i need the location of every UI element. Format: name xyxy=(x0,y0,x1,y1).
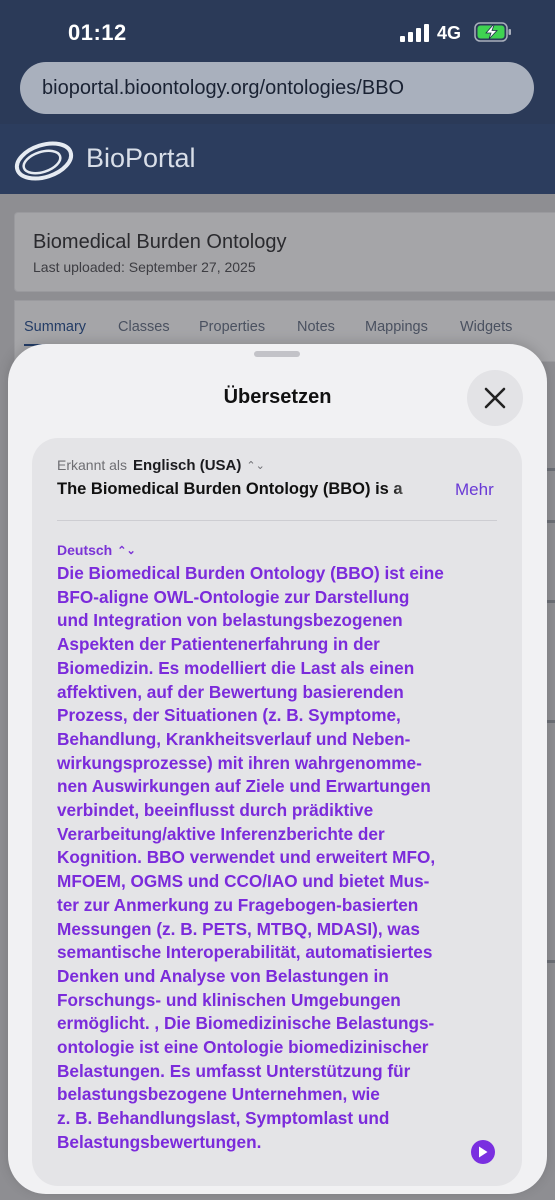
translation-line: ontologie ist eine Ontologie biomedizini… xyxy=(57,1037,429,1058)
bioportal-logo-icon[interactable] xyxy=(12,138,76,184)
detected-label: Erkannt als xyxy=(57,457,128,473)
network-label: 4G xyxy=(437,23,462,43)
translation-line: MFOEM, OGMS und CCO/IAO und bietet Mus- xyxy=(57,871,430,892)
target-language: Deutsch xyxy=(57,542,113,558)
chevron-up-down-icon: ⌃⌄ xyxy=(246,460,265,472)
tab-widgets[interactable]: Widgets xyxy=(460,319,512,335)
translation-line: Aspekten der Patientenerfahrung in der xyxy=(57,634,380,655)
translation-line: affektiven, auf der Bewertung basierende… xyxy=(57,681,404,702)
detected-language[interactable]: Englisch (USA) xyxy=(133,457,241,474)
source-text: The Biomedical Burden Ontology (BBO) is … xyxy=(57,480,403,498)
tab-summary[interactable]: Summary xyxy=(24,319,86,335)
translation-line: belastungsbezogene Unternehmen, wie xyxy=(57,1084,380,1105)
translation-line: Biomedizin. Es modelliert die Last als e… xyxy=(57,657,415,678)
address-bar[interactable]: bioportal.bioontology.org/ontologies/BBO xyxy=(20,62,534,114)
logo-text[interactable]: BioPortal xyxy=(86,143,196,174)
play-icon xyxy=(479,1146,488,1158)
play-audio-button[interactable] xyxy=(471,1140,495,1164)
more-button[interactable]: Mehr xyxy=(455,480,494,500)
translation-line: und Integration von belastungsbezogenen xyxy=(57,610,403,631)
translation-line: Messungen (z. B. PETS, MTBQ, MDASI), was xyxy=(57,918,420,939)
translation-line: z. B. Behandlungslast, Symptomlast und xyxy=(57,1108,390,1129)
status-bar: 01:12 4G xyxy=(0,0,555,62)
detected-language-row[interactable]: Erkannt als Englisch (USA) ⌃⌄ xyxy=(57,457,265,474)
translation-line: wirkungsprozesse) mit ihren wahrgenomme- xyxy=(57,752,422,773)
tab-classes[interactable]: Classes xyxy=(118,319,170,335)
translation-line: Denken und Analyse von Belastungen in xyxy=(57,965,389,986)
translation-line: Verarbeitung/aktive Inferenzberichte der xyxy=(57,823,385,844)
target-language-selector[interactable]: Deutsch ⌃⌄ xyxy=(57,542,136,558)
translation-line: nen Auswirkungen auf Ziele und Erwartung… xyxy=(57,776,431,797)
close-button[interactable] xyxy=(467,370,523,426)
translation-line: Behandlung, Krankheitsverlauf und Neben- xyxy=(57,728,411,749)
translation-line: verbindet, beeinflusst durch prädiktive xyxy=(57,800,374,821)
close-icon xyxy=(484,387,506,409)
translation-line: ermöglicht. , Die Biomedizinische Belast… xyxy=(57,1013,435,1034)
translated-text: Die Biomedical Burden Ontology (BBO) ist… xyxy=(57,562,503,1155)
translation-line: Belastungsbewertungen. xyxy=(57,1131,262,1152)
translation-line: Prozess, der Situationen (z. B. Symptome… xyxy=(57,705,401,726)
chevron-up-down-icon: ⌃⌄ xyxy=(117,545,136,557)
divider xyxy=(57,520,497,521)
tab-properties[interactable]: Properties xyxy=(199,319,265,335)
translation-line: Kognition. BBO verwendet und erweitert M… xyxy=(57,847,436,868)
signal-icon xyxy=(400,24,430,42)
translation-line: Die Biomedical Burden Ontology (BBO) ist… xyxy=(57,563,444,583)
translation-line: BFO-aligne OWL-Ontologie zur Darstellung xyxy=(57,586,410,607)
translation-line: Forschungs- und klinischen Umgebungen xyxy=(57,989,401,1010)
sheet-grabber[interactable] xyxy=(254,351,300,357)
ontology-title: Biomedical Burden Ontology xyxy=(33,231,287,253)
translation-line: semantische Interoperabilität, automatis… xyxy=(57,942,433,963)
tab-mappings[interactable]: Mappings xyxy=(365,319,428,335)
status-time: 01:12 xyxy=(68,20,127,45)
site-header xyxy=(0,124,555,194)
url-text: bioportal.bioontology.org/ontologies/BBO xyxy=(42,76,405,99)
translation-line: Belastungen. Es umfasst Unterstützung fü… xyxy=(57,1060,411,1081)
battery-charging-icon xyxy=(474,22,511,42)
tab-notes[interactable]: Notes xyxy=(297,319,335,335)
last-uploaded: Last uploaded: September 27, 2025 xyxy=(33,259,256,275)
translation-line: ter zur Anmerkung zu Fragebogen-basierte… xyxy=(57,894,419,915)
